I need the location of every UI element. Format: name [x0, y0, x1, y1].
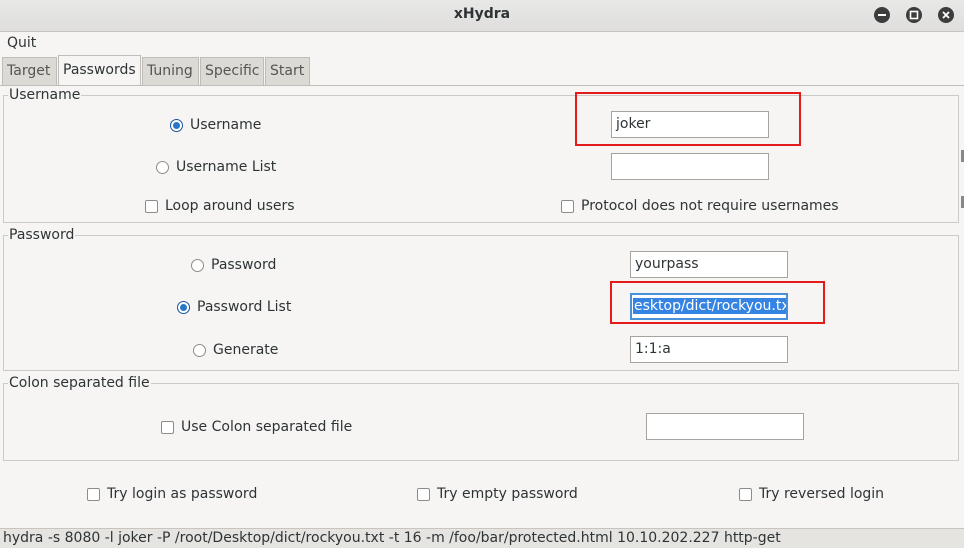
checkbox-indicator [561, 199, 574, 213]
password-frame-legend: Password [8, 227, 76, 243]
checkbox-indicator [161, 420, 174, 434]
username-list-input[interactable] [611, 153, 769, 180]
try-login-as-password-checkbox[interactable]: Try login as password [87, 484, 257, 504]
colon-file-frame-legend: Colon separated file [8, 375, 151, 391]
close-icon [942, 11, 950, 19]
radio-indicator [170, 118, 183, 132]
username-list-radio[interactable]: Username List [156, 157, 276, 177]
tab-specific[interactable]: Specific [200, 57, 264, 85]
password-radio[interactable]: Password [191, 255, 276, 275]
try-reversed-login-label: Try reversed login [759, 486, 885, 502]
password-list-radio-label: Password List [197, 299, 292, 315]
colon-file-input[interactable] [646, 413, 804, 440]
window-title: xHydra [453, 6, 511, 22]
username-frame: Username Username joker Username List Lo… [3, 87, 959, 223]
generate-input[interactable]: 1:1:a [630, 336, 788, 363]
radio-indicator [156, 160, 169, 174]
try-reversed-login-checkbox[interactable]: Try reversed login [739, 484, 884, 504]
maximize-icon [909, 10, 919, 20]
checkbox-indicator [417, 487, 430, 501]
minimize-icon [878, 14, 886, 16]
try-empty-password-checkbox[interactable]: Try empty password [417, 484, 578, 504]
tab-target[interactable]: Target [2, 57, 57, 85]
colon-file-frame: Colon separated file Use Colon separated… [3, 375, 959, 461]
username-frame-legend: Username [8, 87, 82, 103]
radio-indicator [193, 343, 206, 357]
title-bar: xHydra [0, 0, 964, 32]
username-radio[interactable]: Username [170, 115, 261, 135]
checkbox-indicator [145, 199, 158, 213]
tab-passwords[interactable]: Passwords [58, 55, 141, 86]
generate-radio-label: Generate [213, 342, 279, 358]
minimize-button[interactable] [874, 7, 890, 23]
tab-start[interactable]: Start [265, 57, 310, 85]
username-highlight-box [575, 92, 801, 146]
menu-bar: Quit [0, 32, 964, 56]
tab-bar: Target Passwords Tuning Specific Start [2, 55, 962, 86]
password-list-radio[interactable]: Password List [177, 297, 291, 317]
username-list-radio-label: Username List [176, 159, 277, 175]
radio-indicator [191, 258, 204, 272]
try-empty-password-label: Try empty password [437, 486, 578, 502]
no-usernames-checkbox[interactable]: Protocol does not require usernames [561, 196, 839, 216]
menu-quit[interactable]: Quit [7, 35, 36, 51]
password-input[interactable]: yourpass [630, 251, 788, 278]
password-radio-label: Password [211, 257, 277, 273]
try-login-as-password-label: Try login as password [107, 486, 258, 502]
no-usernames-label: Protocol does not require usernames [581, 198, 839, 214]
checkbox-indicator [739, 487, 752, 501]
loop-users-checkbox[interactable]: Loop around users [145, 196, 295, 216]
use-colon-file-checkbox[interactable]: Use Colon separated file [161, 417, 352, 437]
close-button[interactable] [938, 7, 954, 23]
generate-radio[interactable]: Generate [193, 340, 278, 360]
username-radio-label: Username [190, 117, 262, 133]
command-status-bar: hydra -s 8080 -l joker -P /root/Desktop/… [0, 528, 964, 548]
tab-tuning[interactable]: Tuning [142, 57, 199, 85]
maximize-button[interactable] [906, 7, 922, 23]
loop-users-label: Loop around users [165, 198, 295, 214]
checkbox-indicator [87, 487, 100, 501]
use-colon-file-label: Use Colon separated file [181, 419, 353, 435]
radio-indicator [177, 300, 190, 314]
password-list-highlight-box [610, 281, 825, 324]
